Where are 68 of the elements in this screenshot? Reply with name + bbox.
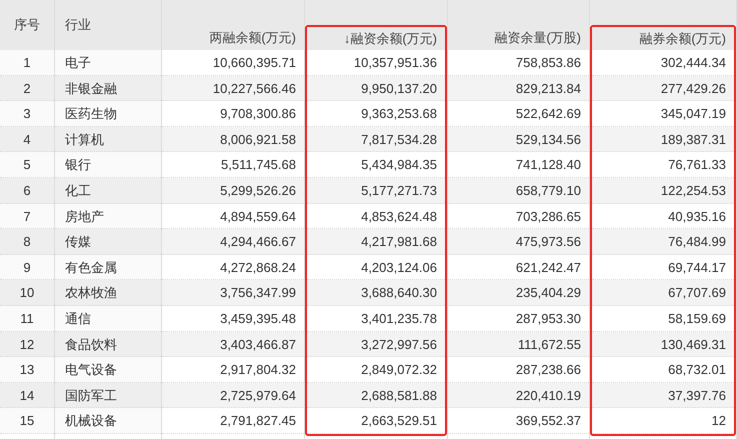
table-cell: 传媒 (55, 229, 161, 255)
table-cell: 通信 (55, 306, 161, 332)
table-cell: 电气设备 (55, 357, 161, 383)
table-cell: 10,227,566.46 (162, 76, 304, 102)
table-cell: 37,397.76 (592, 382, 734, 408)
table-cell: 15 (0, 408, 54, 434)
table-cell: 3,756,347.99 (162, 280, 304, 306)
column-header[interactable]: 序号 (0, 0, 54, 50)
table-cell: 3,688,640.30 (307, 280, 445, 306)
table-cell: 电子 (55, 50, 161, 76)
table-cell: 1 (0, 50, 54, 76)
table-cell: 有色金属 (55, 254, 161, 280)
table-cell: 14 (0, 382, 54, 408)
table-cell: 529,134.56 (448, 126, 589, 152)
table-cell: 4,217,981.68 (307, 229, 445, 255)
column-header[interactable]: 两融余额(万元) (162, 25, 304, 50)
table-cell: 111,672.55 (448, 332, 589, 358)
table-cell: 计算机 (55, 126, 161, 152)
table-cell: 5 (0, 152, 54, 178)
table-cell: 658,779.10 (448, 178, 589, 204)
table-cell: 医药生物 (55, 101, 161, 127)
table-cell: 235,404.29 (448, 280, 589, 306)
table-cell: 9 (0, 254, 54, 280)
table-cell: 11 (0, 306, 54, 332)
table-cell: 703,286.65 (448, 204, 589, 230)
table-cell: 67,707.69 (592, 280, 734, 306)
table-cell: 5,299,526.26 (162, 178, 304, 204)
table-cell: 5,177,271.73 (307, 178, 445, 204)
table-cell: 10 (0, 280, 54, 306)
table-cell: 2 (0, 76, 54, 102)
table-cell: 4,294,466.67 (162, 229, 304, 255)
table-cell: 2,725,979.64 (162, 382, 304, 408)
table-cell: 13 (0, 357, 54, 383)
table-cell: 非银金融 (55, 76, 161, 102)
table-cell: 8,006,921.58 (162, 126, 304, 152)
table-cell: 6 (0, 178, 54, 204)
table-cell: 化工 (55, 178, 161, 204)
column-header[interactable]: 融资余量(万股) (448, 25, 589, 50)
table-cell: 8 (0, 229, 54, 255)
table-cell: 220,410.19 (448, 382, 589, 408)
table-cell: 3,403,466.87 (162, 332, 304, 358)
table-cell: 40,935.16 (592, 204, 734, 230)
table-cell: 829,213.84 (448, 76, 589, 102)
table-cell: 189,387.31 (592, 126, 734, 152)
table-cell: 9,950,137.20 (307, 76, 445, 102)
table-cell: 银行 (55, 152, 161, 178)
table-cell: 机械设备 (55, 408, 161, 434)
column-header[interactable]: 融券余额(万元) (592, 27, 734, 50)
table-cell: 食品饮料 (55, 332, 161, 358)
table-cell: 3,272,997.56 (307, 332, 445, 358)
column-header[interactable]: ↓融资余额(万元) (307, 27, 445, 50)
table-cell: 7 (0, 204, 54, 230)
table-cell: 4,894,559.64 (162, 204, 304, 230)
table-cell: 房地产 (55, 204, 161, 230)
table-cell: 2,688,581.88 (307, 382, 445, 408)
table-cell: 122,254.53 (592, 178, 734, 204)
column-header[interactable]: 行业 (55, 0, 161, 50)
table-cell: 277,429.26 (592, 76, 734, 102)
table-cell: 475,973.56 (448, 229, 589, 255)
table-cell: 12 (0, 332, 54, 358)
table-cell: 国防军工 (55, 382, 161, 408)
table-cell: 4 (0, 126, 54, 152)
table-cell: 76,484.99 (592, 229, 734, 255)
table-cell: 3 (0, 101, 54, 127)
table-cell: 4,853,624.48 (307, 204, 445, 230)
table-cell: 7,817,534.28 (307, 126, 445, 152)
table-cell: 130,469.31 (592, 332, 734, 358)
table-cell: 农林牧渔 (55, 280, 161, 306)
